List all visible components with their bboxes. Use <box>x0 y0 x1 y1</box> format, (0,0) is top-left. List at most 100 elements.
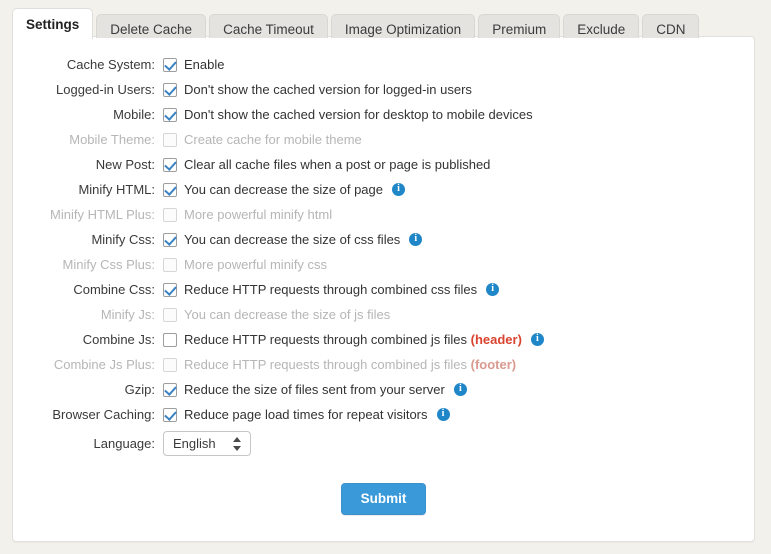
row-label: Minify HTML Plus: <box>50 207 155 222</box>
checkbox-mobile-theme <box>163 132 177 147</box>
row-description: Reduce the size of files sent from your … <box>184 382 445 397</box>
info-icon[interactable] <box>453 382 467 396</box>
tab-premium[interactable]: Premium <box>478 14 561 38</box>
checkbox-new-post[interactable] <box>163 157 177 172</box>
row-label: Minify Css Plus: <box>62 257 155 272</box>
row-description: Don't show the cached version for deskto… <box>184 107 533 122</box>
checkbox-combine-js-plus <box>163 357 177 372</box>
row-label: Minify Css: <box>91 232 155 247</box>
tab-settings[interactable]: Settings <box>12 8 94 39</box>
row-description: Reduce page load times for repeat visito… <box>184 407 428 422</box>
row-label: New Post: <box>95 157 155 172</box>
row-description: Create cache for mobile theme <box>184 132 362 147</box>
checkbox-minify-html-plus <box>163 207 177 222</box>
row-label: Combine Js Plus: <box>53 357 155 372</box>
language-label: Language: <box>93 436 155 451</box>
row-description-text: You can decrease the size of page <box>184 182 383 197</box>
row-description: You can decrease the size of css files <box>184 232 400 247</box>
row-description: More powerful minify html <box>184 207 332 222</box>
row-label: Mobile Theme: <box>69 132 155 147</box>
form-row: Minify HTML: You can decrease the size of… <box>13 177 754 202</box>
checkbox-minify-css[interactable] <box>163 232 177 247</box>
row-description: More powerful minify css <box>184 257 327 272</box>
checkbox-browser-caching[interactable] <box>163 407 177 422</box>
form-row: Combine Js: Reduce HTTP requests through … <box>13 327 754 352</box>
row-description-text: Don't show the cached version for deskto… <box>184 107 533 122</box>
row-description-text: More powerful minify css <box>184 257 328 272</box>
form-row: Mobile Theme: Create cache for mobile the… <box>13 127 754 152</box>
info-icon[interactable] <box>392 182 405 196</box>
row-label: Browser Caching: <box>52 407 155 422</box>
row-description-text: Don't show the cached version for logged… <box>184 82 472 97</box>
row-description-text: More powerful minify html <box>184 207 333 222</box>
stepper-arrows-icon <box>233 436 241 452</box>
checkbox-cache-system[interactable] <box>163 57 177 72</box>
row-label: Combine Js: <box>82 332 155 347</box>
row-description-text: You can decrease the size of css files <box>184 232 401 247</box>
settings-panel: Cache System: Enable Logged-in Users: Don't… <box>12 36 755 542</box>
row-label: Minify Js: <box>100 307 155 322</box>
form-row: New Post: Clear all cache files when a po… <box>13 152 754 177</box>
row-description-text: Clear all cache files when a post or pag… <box>184 157 491 172</box>
submit-button[interactable]: Submit <box>340 483 427 515</box>
row-description: Don't show the cached version for logged… <box>184 82 472 97</box>
row-description-text: Enable <box>184 57 225 72</box>
form-row: Gzip: Reduce the size of files sent from … <box>13 377 754 402</box>
checkbox-mobile[interactable] <box>163 107 177 122</box>
row-description: Reduce HTTP requests through combined js… <box>184 332 522 347</box>
tab-bar: Settings Delete Cache Cache Timeout Image O… <box>12 6 702 39</box>
settings-form: Cache System: Enable Logged-in Users: Don't… <box>13 52 754 460</box>
checkbox-logged-in-users[interactable] <box>163 82 177 97</box>
row-label: Minify HTML: <box>78 182 155 197</box>
form-row: Combine Css: Reduce HTTP requests through… <box>13 277 754 302</box>
checkbox-minify-js <box>163 307 177 322</box>
checkbox-combine-js[interactable] <box>163 332 177 347</box>
row-description: You can decrease the size of page <box>184 182 383 197</box>
row-description-text: Reduce HTTP requests through combined cs… <box>184 282 478 297</box>
row-description-text: Reduce page load times for repeat visito… <box>184 407 428 422</box>
row-description: Reduce HTTP requests through combined cs… <box>184 282 477 297</box>
language-select[interactable]: English <box>163 431 251 456</box>
form-row: Logged-in Users: Don't show the cached ve… <box>13 77 754 102</box>
checkbox-combine-css[interactable] <box>163 282 177 297</box>
tab-exclude[interactable]: Exclude <box>563 14 640 38</box>
info-icon[interactable] <box>530 332 544 346</box>
checkbox-gzip[interactable] <box>163 382 177 397</box>
row-hint: (footer) <box>470 357 517 372</box>
form-row: Mobile: Don't show the cached version for… <box>13 102 754 127</box>
tab-delete-cache[interactable]: Delete Cache <box>96 14 207 38</box>
row-description-text: Reduce the size of files sent from your … <box>184 382 445 397</box>
info-icon[interactable] <box>486 282 500 296</box>
language-select-value: English <box>173 436 216 451</box>
form-row: Minify Css Plus: More powerful minify css <box>13 252 754 277</box>
info-icon[interactable] <box>436 407 450 421</box>
row-label: Logged-in Users: <box>56 82 155 97</box>
row-description-text: Reduce HTTP requests through combined js… <box>184 357 468 372</box>
language-row: Language: English <box>13 427 754 460</box>
row-label: Gzip: <box>124 382 155 397</box>
form-row: Minify Css: You can decrease the size of … <box>13 227 754 252</box>
row-label: Mobile: <box>113 107 155 122</box>
tab-image-optimization[interactable]: Image Optimization <box>330 14 476 38</box>
row-description: Reduce HTTP requests through combined js… <box>184 357 516 372</box>
checkbox-minify-css-plus <box>163 257 177 272</box>
row-description: Enable <box>184 57 224 72</box>
form-row: Minify Js: You can decrease the size of j… <box>13 302 754 327</box>
row-label: Combine Css: <box>73 282 155 297</box>
row-description: You can decrease the size of js files <box>184 307 390 322</box>
row-description-text: You can decrease the size of js files <box>184 307 391 322</box>
info-icon[interactable] <box>409 232 423 246</box>
form-row: Cache System: Enable <box>13 52 754 77</box>
form-row: Browser Caching: Reduce page load times f… <box>13 402 754 427</box>
form-row: Minify HTML Plus: More powerful minify ht… <box>13 202 754 227</box>
row-label: Cache System: <box>66 57 155 72</box>
checkbox-minify-html[interactable] <box>163 182 177 197</box>
row-description-text: Create cache for mobile theme <box>184 132 362 147</box>
submit-row: Submit <box>13 483 754 515</box>
row-description: Clear all cache files when a post or pag… <box>184 157 490 172</box>
tab-cdn[interactable]: CDN <box>642 14 700 38</box>
form-row: Combine Js Plus: Reduce HTTP requests thr… <box>13 352 754 377</box>
tab-cache-timeout[interactable]: Cache Timeout <box>209 14 328 38</box>
row-hint: (header) <box>470 332 522 347</box>
row-description-text: Reduce HTTP requests through combined js… <box>184 332 468 347</box>
